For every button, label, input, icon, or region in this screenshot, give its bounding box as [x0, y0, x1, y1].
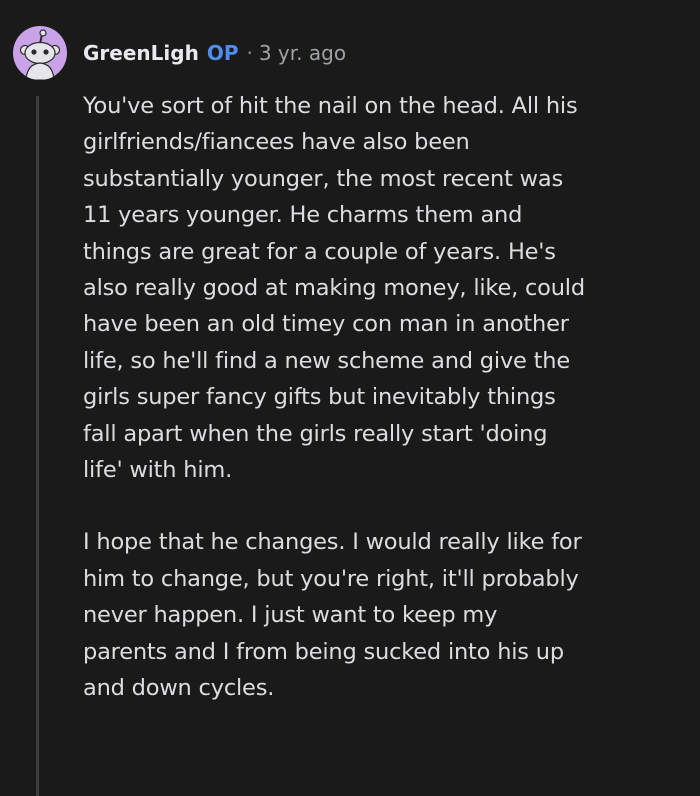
- snoo-avatar-icon: [19, 29, 61, 80]
- thread-collapse-line[interactable]: [36, 96, 39, 796]
- comment-paragraph: You've sort of hit the nail on the head.…: [83, 93, 585, 484]
- op-badge: OP: [206, 41, 239, 65]
- author-username[interactable]: GreenLigh: [83, 41, 199, 65]
- user-avatar[interactable]: [13, 26, 67, 80]
- comment: GreenLigh OP · 3 yr. ago You've sort of …: [0, 0, 700, 796]
- comment-header: GreenLigh OP · 3 yr. ago: [13, 26, 346, 80]
- comment-timestamp[interactable]: 3 yr. ago: [259, 41, 346, 65]
- comment-body: You've sort of hit the nail on the head.…: [83, 88, 683, 707]
- comment-meta: GreenLigh OP · 3 yr. ago: [83, 41, 346, 65]
- comment-paragraph: I hope that he changes. I would really l…: [83, 529, 582, 702]
- meta-separator: ·: [246, 41, 253, 65]
